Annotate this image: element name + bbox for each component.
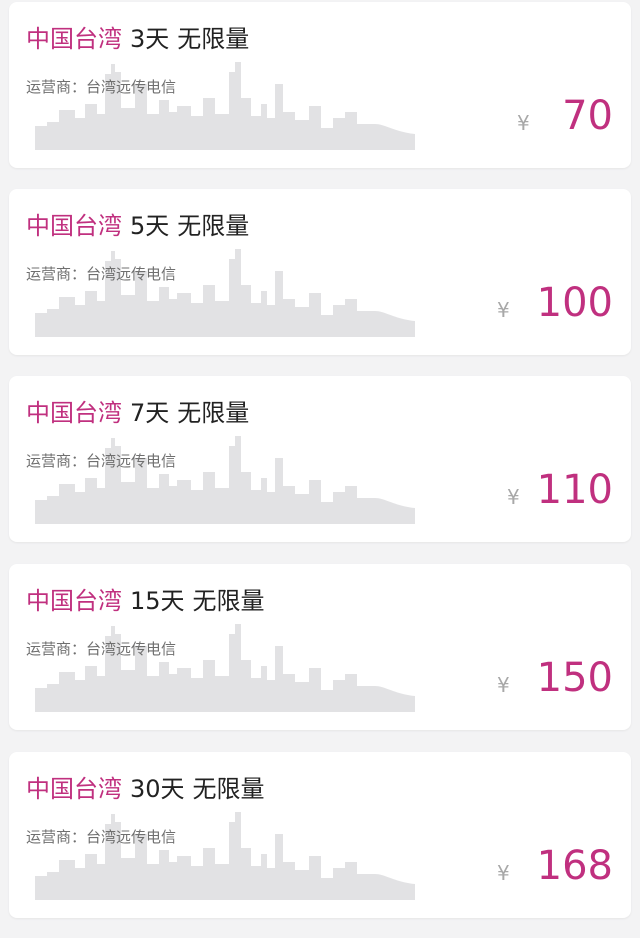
skyline-background (35, 436, 415, 524)
plan-title: 中国台湾 15天 无限量 (26, 583, 265, 619)
duration-label: 5天 (130, 212, 170, 240)
region-label: 中国台湾 (26, 775, 122, 803)
operator-label: 运营商：台湾远传电信 (26, 78, 177, 96)
region-label: 中国台湾 (26, 212, 122, 240)
operator-label: 运营商：台湾远传电信 (26, 828, 177, 846)
plan-list: 中国台湾 3天 无限量 运营商：台湾远传电信 ¥ 70 中国台湾 5天 无限量 运营商：… (0, 0, 640, 938)
duration-label: 3天 (130, 25, 170, 53)
plan-title: 中国台湾 5天 无限量 (26, 208, 249, 244)
skyline-background (35, 249, 415, 337)
skyline-background (35, 62, 415, 150)
region-label: 中国台湾 (26, 25, 122, 53)
data-limit-label: 无限量 (177, 212, 250, 240)
duration-label: 15天 (130, 587, 185, 615)
plan-card[interactable]: 中国台湾 30天 无限量 运营商：台湾远传电信 ¥ 168 (9, 752, 631, 918)
duration-label: 7天 (130, 399, 170, 427)
skyline-background (35, 812, 415, 900)
price-value: 168 (536, 843, 613, 889)
data-limit-label: 无限量 (177, 25, 250, 53)
yen-icon: ¥ (497, 673, 510, 697)
plan-title: 中国台湾 7天 无限量 (26, 395, 249, 431)
yen-icon: ¥ (507, 485, 520, 509)
price-value: 150 (536, 655, 613, 701)
data-limit-label: 无限量 (177, 399, 250, 427)
price-value: 70 (562, 93, 613, 139)
yen-icon: ¥ (497, 861, 510, 885)
region-label: 中国台湾 (26, 399, 122, 427)
skyline-background (35, 624, 415, 712)
duration-label: 30天 (130, 775, 185, 803)
operator-label: 运营商：台湾远传电信 (26, 640, 177, 658)
price-value: 100 (536, 280, 613, 326)
plan-card[interactable]: 中国台湾 5天 无限量 运营商：台湾远传电信 ¥ 100 (9, 189, 631, 355)
data-limit-label: 无限量 (192, 587, 265, 615)
plan-card[interactable]: 中国台湾 3天 无限量 运营商：台湾远传电信 ¥ 70 (9, 2, 631, 168)
plan-card[interactable]: 中国台湾 15天 无限量 运营商：台湾远传电信 ¥ 150 (9, 564, 631, 730)
region-label: 中国台湾 (26, 587, 122, 615)
yen-icon: ¥ (517, 111, 530, 135)
operator-label: 运营商：台湾远传电信 (26, 452, 177, 470)
data-limit-label: 无限量 (192, 775, 265, 803)
plan-card[interactable]: 中国台湾 7天 无限量 运营商：台湾远传电信 ¥ 110 (9, 376, 631, 542)
plan-title: 中国台湾 3天 无限量 (26, 21, 249, 57)
yen-icon: ¥ (497, 298, 510, 322)
price-value: 110 (536, 467, 613, 513)
plan-title: 中国台湾 30天 无限量 (26, 771, 265, 807)
operator-label: 运营商：台湾远传电信 (26, 265, 177, 283)
